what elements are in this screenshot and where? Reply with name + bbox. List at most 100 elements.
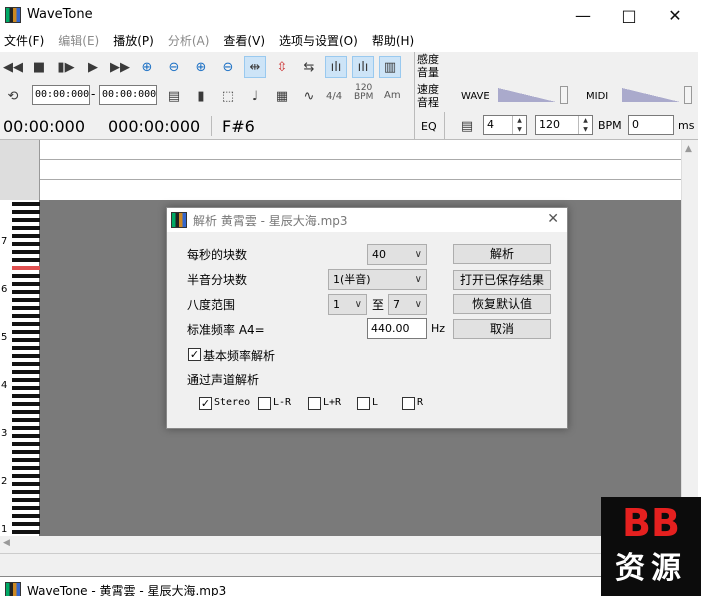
piano-keyboard[interactable]: 7 6 5 4 3 2 1	[0, 200, 40, 536]
offset-input[interactable]: 0	[628, 115, 674, 135]
octave-from-combo[interactable]: 1 ∨	[328, 294, 367, 315]
spectrum-view-icon[interactable]: ılı	[352, 56, 374, 78]
watermark-line2: 资源	[615, 551, 687, 586]
fast-forward-icon[interactable]: ▶▶	[109, 56, 131, 78]
toolbar-edit: ⟲ 00:00:000 - 00:00:000 ▤ ▮ ⬚ ♩ ▦ ∿ 4/4 …	[0, 82, 698, 112]
piano-black-key	[12, 290, 40, 294]
freq-input[interactable]: 440.00	[367, 318, 427, 339]
menu-item[interactable]: 分析(A)	[168, 32, 210, 49]
horizontal-scrollbar[interactable]: ◀	[0, 536, 681, 553]
scroll-up-icon[interactable]: ▲	[685, 144, 692, 154]
menu-item[interactable]: 编辑(E)	[58, 32, 99, 49]
ms-label: ms	[678, 119, 695, 132]
piano-black-key	[12, 330, 40, 334]
channel-checkbox[interactable]: ✓	[199, 397, 212, 410]
play-icon[interactable]: ▶	[82, 56, 104, 78]
wave-volume-thumb[interactable]	[560, 86, 568, 104]
eq-button[interactable]: EQ	[421, 120, 437, 133]
wave-view-icon[interactable]: ılı	[325, 56, 347, 78]
menu-item[interactable]: 文件(F)	[4, 32, 44, 49]
zoom-out-vertical-icon[interactable]: ⊖	[217, 56, 239, 78]
loop-icon[interactable]: ⟲	[2, 85, 24, 107]
score-view-icon[interactable]: ▥	[379, 56, 401, 78]
grid-icon[interactable]: ▦	[271, 85, 293, 107]
wave-volume-ramp[interactable]	[498, 88, 556, 102]
channel-checkbox[interactable]	[357, 397, 370, 410]
piano-black-key	[12, 250, 40, 254]
piano-black-key	[12, 530, 40, 534]
channel-checkbox[interactable]	[308, 397, 321, 410]
metronome-grid-icon[interactable]: ▤	[456, 115, 478, 137]
scroll-left-icon[interactable]: ◀	[3, 538, 10, 548]
octave-number: 5	[1, 332, 8, 343]
menu-item[interactable]: 帮助(H)	[372, 32, 414, 49]
piano-black-key	[12, 258, 40, 262]
octave-to-combo[interactable]: 7 ∨	[388, 294, 427, 315]
analyze-button[interactable]: 解析	[453, 244, 551, 264]
open-saved-button[interactable]: 打开已保存结果	[453, 270, 551, 290]
select-rect-icon[interactable]: ⬚	[217, 85, 239, 107]
channel-label-item: L-R	[273, 397, 292, 408]
piano-black-key	[12, 338, 40, 342]
piano-black-key	[12, 378, 40, 382]
zoom-in-vertical-icon[interactable]: ⊕	[190, 56, 212, 78]
key-label[interactable]: Am	[384, 90, 401, 101]
freq-unit: Hz	[431, 322, 446, 335]
octave-from-value: 1	[333, 298, 340, 311]
pause-play-icon[interactable]: ▮▶	[55, 56, 77, 78]
cancel-button[interactable]: 取消	[453, 319, 551, 339]
piano-black-key	[12, 410, 40, 414]
menu-item[interactable]: 查看(V)	[223, 32, 265, 49]
rewind-icon[interactable]: ◀◀	[2, 56, 24, 78]
octave-number: 3	[1, 428, 8, 439]
minimize-button[interactable]: —	[560, 0, 606, 30]
tempo-button[interactable]: 120 BPM	[354, 84, 373, 102]
zoom-out-horizontal-icon[interactable]: ⊖	[163, 56, 185, 78]
maximize-button[interactable]: □	[606, 0, 652, 30]
midi-volume-thumb[interactable]	[684, 86, 692, 104]
note-icon[interactable]: ♩	[244, 85, 266, 107]
menu-item[interactable]: 播放(P)	[113, 32, 154, 49]
menu-item[interactable]: 选项与设置(O)	[279, 32, 358, 49]
stop-icon[interactable]: ■	[28, 56, 50, 78]
channel-label-item: R	[417, 397, 424, 408]
channel-label: 通过声道解析	[187, 373, 260, 387]
piano-black-key	[12, 418, 40, 422]
channel-checkbox[interactable]	[258, 397, 271, 410]
piano-black-key	[12, 314, 40, 318]
midi-volume-ramp[interactable]	[622, 88, 680, 102]
piano-black-key	[12, 226, 40, 230]
second-window[interactable]: WaveTone - 黄霄雲 - 星辰大海.mp3	[0, 576, 701, 596]
vertical-scrollbar[interactable]: ▲	[681, 140, 698, 536]
app-icon	[5, 7, 21, 23]
bpm-spin-arrows[interactable]: ▲ ▼	[578, 116, 592, 134]
bpm-spinner[interactable]: 120 ▲ ▼	[535, 115, 593, 135]
dialog-close-icon[interactable]: ✕	[547, 211, 559, 227]
octave-number: 1	[1, 524, 8, 535]
piano-black-key	[12, 434, 40, 438]
beats-spinner[interactable]: 4 ▲ ▼	[483, 115, 527, 135]
scroll-follow-icon[interactable]: ⇆	[298, 56, 320, 78]
piano-black-key	[12, 386, 40, 390]
empty-band	[0, 553, 701, 576]
fit-vertical-icon[interactable]: ⇳	[271, 56, 293, 78]
loop-start-input[interactable]: 00:00:000	[32, 85, 90, 105]
layout-icon[interactable]: ▤	[163, 85, 185, 107]
piano-black-key	[12, 242, 40, 246]
beats-spin-arrows[interactable]: ▲ ▼	[512, 116, 526, 134]
restore-defaults-button[interactable]: 恢复默认值	[453, 294, 551, 314]
fit-horizontal-icon[interactable]: ⇹	[244, 56, 266, 78]
blocks-combo[interactable]: 40 ∨	[367, 244, 427, 265]
piano-black-key	[12, 234, 40, 238]
eraser-icon[interactable]: ▮	[190, 85, 212, 107]
channel-checkbox[interactable]	[402, 397, 415, 410]
fundamental-checkbox[interactable]: ✓	[188, 348, 201, 361]
beat-label[interactable]: 4/4	[326, 91, 342, 102]
close-button[interactable]: ✕	[652, 0, 698, 30]
semitone-combo[interactable]: 1(半音) ∨	[328, 269, 427, 290]
ruler-area	[0, 140, 681, 200]
watermark-logo: BB 资源	[601, 497, 701, 596]
zoom-in-horizontal-icon[interactable]: ⊕	[136, 56, 158, 78]
curve-icon[interactable]: ∿	[298, 85, 320, 107]
loop-end-input[interactable]: 00:00:000	[99, 85, 157, 105]
